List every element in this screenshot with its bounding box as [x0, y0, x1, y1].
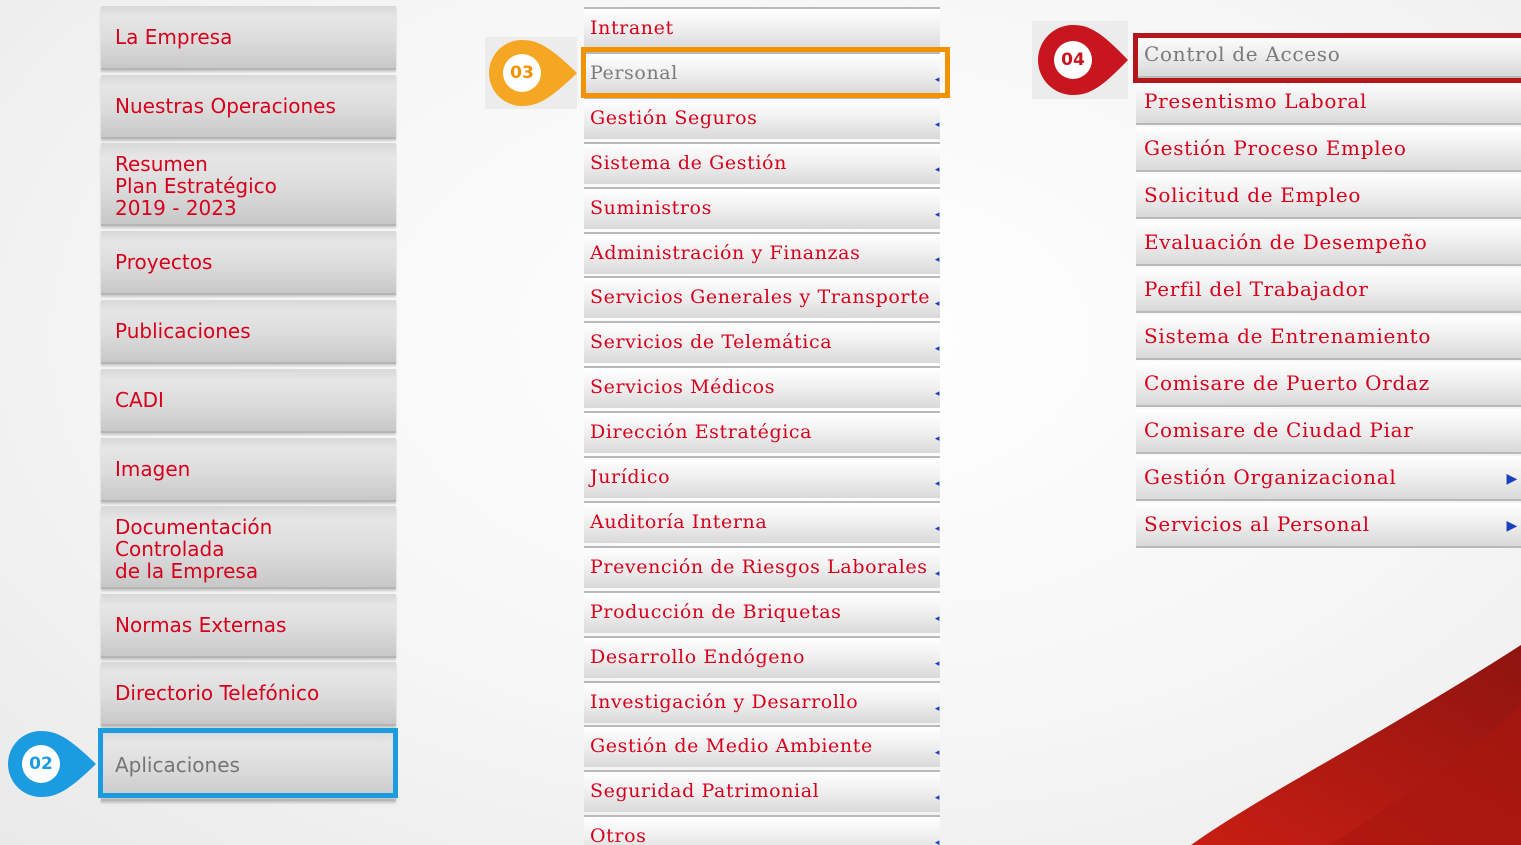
submenu-item-servicios-medicos[interactable]: Servicios Médicos ◂ [584, 366, 940, 409]
submenu-item-label: Perfil del Trabajador [1144, 277, 1369, 301]
submenu-arrow-icon: ◂ [934, 703, 940, 714]
submenu-arrow-icon: ◂ [934, 568, 940, 579]
submenu-arrow-icon: ◂ [934, 209, 940, 220]
menu-item-aplicaciones[interactable]: Aplicaciones [101, 731, 396, 801]
menu-item-publicaciones[interactable]: Publicaciones [101, 300, 396, 364]
submenu-item-suministros[interactable]: Suministros ◂ [584, 186, 940, 229]
step-marker-02: 02 [6, 729, 98, 799]
submenu-item-label: Servicios de Telemática [590, 331, 833, 354]
submenu-item-intranet[interactable]: Intranet [584, 7, 940, 49]
submenu-item-auditoria-interna[interactable]: Auditoría Interna ◂ [584, 500, 940, 543]
submenu-item-comisare-de-ciudad-piar[interactable]: Comisare de Ciudad Piar [1136, 409, 1521, 454]
submenu-item-gestion-proceso-empleo[interactable]: Gestión Proceso Empleo [1136, 127, 1521, 172]
submenu-arrow-icon: ◂ [934, 793, 940, 804]
submenu-item-label: Gestión Seguros [590, 106, 758, 129]
submenu-item-label: Dirección Estratégica [590, 421, 813, 444]
menu-item-imagen[interactable]: Imagen [101, 438, 396, 502]
submenu-item-gestion-organizacional[interactable]: Gestión Organizacional ▶ [1136, 456, 1521, 501]
submenu-arrow-icon: ◂ [934, 344, 940, 355]
submenu-item-label: Administración y Finanzas [590, 241, 861, 264]
submenu-item-comisare-de-puerto-ordaz[interactable]: Comisare de Puerto Ordaz [1136, 362, 1521, 407]
submenu-item-label: Evaluación de Desempeño [1144, 230, 1428, 254]
decorative-swoosh [1191, 645, 1521, 845]
submenu-item-perfil-del-trabajador[interactable]: Perfil del Trabajador [1136, 268, 1521, 313]
submenu-item-label: Gestión de Medio Ambiente [590, 735, 873, 758]
submenu-item-label: Presentismo Laboral [1144, 89, 1368, 113]
submenu-arrow-icon: ◂ [934, 389, 940, 400]
submenu-item-label: Control de Acceso [1144, 42, 1341, 66]
submenu-item-label: Sistema de Gestión [590, 151, 787, 174]
submenu-item-produccion-de-briquetas[interactable]: Producción de Briquetas ◂ [584, 590, 940, 633]
submenu-item-label: Suministros [590, 196, 712, 219]
step-number: 03 [510, 63, 534, 83]
submenu-item-label: Servicios al Personal [1144, 512, 1370, 536]
submenu-item-gestion-de-medio-ambiente[interactable]: Gestión de Medio Ambiente ◂ [584, 725, 940, 768]
submenu-item-servicios-al-personal[interactable]: Servicios al Personal ▶ [1136, 503, 1521, 548]
submenu-item-label: Investigación y Desarrollo [590, 690, 859, 713]
menu-item-la-empresa[interactable]: La Empresa [101, 6, 396, 70]
menu-item-resumen-plan-estrategico-2019-2023[interactable]: Resumen Plan Estratégico 2019 - 2023 [101, 143, 396, 226]
submenu-item-label: Auditoría Interna [590, 510, 768, 533]
submenu-item-otros[interactable]: Otros ◂ [584, 815, 940, 845]
submenu-item-solicitud-de-empleo[interactable]: Solicitud de Empleo [1136, 174, 1521, 219]
submenu-arrow-icon: ◂ [934, 299, 940, 310]
submenu-item-personal[interactable]: Personal ◂ [584, 51, 940, 94]
submenu-item-label: Jurídico [590, 466, 671, 488]
submenu-arrow-icon: ◂ [934, 434, 940, 445]
submenu-item-desarrollo-endogeno[interactable]: Desarrollo Endógeno ◂ [584, 635, 940, 678]
submenu-item-label: Gestión Proceso Empleo [1144, 136, 1407, 160]
submenu-item-label: Sistema de Entrenamiento [1144, 324, 1432, 348]
submenu-arrow-icon: ◂ [934, 479, 940, 489]
submenu-arrow-icon: ▶ [1506, 471, 1518, 487]
submenu-arrow-icon: ◂ [934, 523, 940, 534]
submenu-item-label: Servicios Generales y Transporte [590, 286, 931, 309]
submenu-arrow-icon: ◂ [934, 119, 940, 130]
submenu-item-sistema-de-gestion[interactable]: Sistema de Gestión ◂ [584, 141, 940, 184]
submenu-item-gestion-seguros[interactable]: Gestión Seguros ◂ [584, 96, 940, 139]
submenu-item-label: Prevención de Riesgos Laborales [590, 555, 928, 578]
submenu-item-control-de-acceso[interactable]: Control de Acceso [1136, 33, 1521, 78]
submenu-item-servicios-de-telematica[interactable]: Servicios de Telemática ◂ [584, 321, 940, 364]
submenu-item-label: Gestión Organizacional [1144, 465, 1397, 489]
submenu-item-evaluacion-de-desempeno[interactable]: Evaluación de Desempeño [1136, 221, 1521, 266]
submenu-item-label: Solicitud de Empleo [1144, 183, 1362, 207]
submenu-item-label: Producción de Briquetas [590, 600, 842, 623]
menu-item-normas-externas[interactable]: Normas Externas [101, 594, 396, 658]
submenu-item-juridico[interactable]: Jurídico ◂ [584, 456, 940, 498]
submenu-arrow-icon: ▶ [1506, 518, 1518, 534]
submenu-item-sistema-de-entrenamiento[interactable]: Sistema de Entrenamiento [1136, 315, 1521, 360]
submenu-arrow-icon: ◂ [934, 74, 940, 85]
submenu-arrow-icon: ◂ [934, 748, 940, 759]
menu-item-directorio-telefonico[interactable]: Directorio Telefónico [101, 662, 396, 726]
submenu-item-label: Otros [590, 825, 647, 845]
submenu-item-servicios-generales-y-transporte[interactable]: Servicios Generales y Transporte ◂ [584, 276, 940, 319]
submenu-item-investigacion-y-desarrollo[interactable]: Investigación y Desarrollo ◂ [584, 680, 940, 723]
submenu-arrow-icon: ◂ [934, 164, 940, 175]
submenu-item-label: Comisare de Ciudad Piar [1144, 418, 1414, 442]
step-number: 02 [29, 754, 53, 774]
submenu-item-label: Desarrollo Endógeno [590, 645, 805, 668]
step-marker-03: 03 [485, 37, 577, 109]
menu-item-nuestras-operaciones[interactable]: Nuestras Operaciones [101, 75, 396, 139]
submenu-arrow-icon: ◂ [934, 838, 940, 845]
menu-item-proyectos[interactable]: Proyectos [101, 231, 396, 295]
submenu-item-prevencion-de-riesgos-laborales[interactable]: Prevención de Riesgos Laborales ◂ [584, 545, 940, 588]
submenu-item-presentismo-laboral[interactable]: Presentismo Laboral [1136, 80, 1521, 125]
submenu-item-seguridad-patrimonial[interactable]: Seguridad Patrimonial ◂ [584, 770, 940, 813]
submenu-item-label: Seguridad Patrimonial [590, 780, 820, 803]
submenu-arrow-icon: ◂ [934, 613, 940, 624]
submenu-item-label: Servicios Médicos [590, 376, 776, 399]
menu-item-documentacion-controlada-de-la-empresa[interactable]: Documentación Controlada de la Empresa [101, 506, 396, 589]
submenu-arrow-icon: ◂ [934, 254, 940, 265]
step-marker-04: 04 [1032, 21, 1128, 99]
submenu-item-label: Personal [590, 61, 678, 84]
submenu-item-label: Intranet [590, 17, 674, 39]
submenu-item-direccion-estrategica[interactable]: Dirección Estratégica ◂ [584, 411, 940, 454]
step-number: 04 [1061, 50, 1085, 70]
menu-item-cadi[interactable]: CADI [101, 369, 396, 433]
submenu-item-administracion-y-finanzas[interactable]: Administración y Finanzas ◂ [584, 231, 940, 274]
submenu-arrow-icon: ◂ [934, 658, 940, 669]
submenu-item-label: Comisare de Puerto Ordaz [1144, 371, 1430, 395]
